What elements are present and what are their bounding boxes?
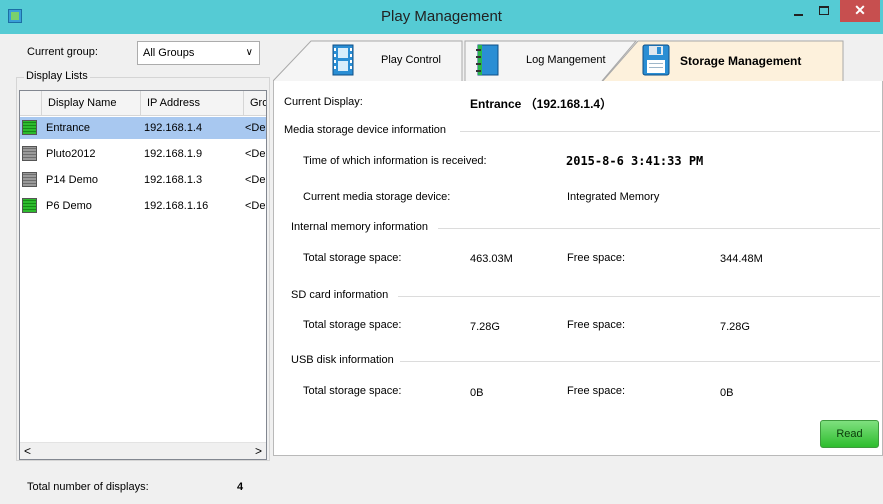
current-group-label: Current group:: [27, 46, 98, 58]
display-status-icon: [22, 198, 37, 213]
group-cell: <De: [245, 200, 266, 212]
usb-disk-section-title: USB disk information: [291, 354, 394, 366]
chevron-down-icon: ∨: [245, 47, 253, 58]
header-status: [20, 91, 42, 116]
notebook-icon: [476, 44, 499, 76]
scroll-left-icon[interactable]: <: [24, 444, 31, 458]
display-row-p6-demo[interactable]: P6 Demo 192.168.1.16 <De: [20, 195, 266, 217]
section-divider: [400, 361, 880, 362]
display-name-cell: Entrance: [46, 122, 91, 134]
time-received-label: Time of which information is received:: [303, 155, 487, 167]
internal-free-value: 344.48M: [720, 253, 763, 265]
internal-total-label: Total storage space:: [303, 252, 402, 264]
sd-card-section-title: SD card information: [291, 289, 389, 301]
display-name-cell: P6 Demo: [46, 200, 92, 212]
header-group[interactable]: Gro: [244, 91, 266, 116]
sd-free-label: Free space:: [567, 319, 626, 331]
total-displays-label: Total number of displays:: [27, 481, 149, 493]
display-row-entrance[interactable]: Entrance 192.168.1.4 <De: [20, 117, 266, 139]
header-ip-address[interactable]: IP Address: [141, 91, 244, 116]
display-name-cell: Pluto2012: [46, 148, 96, 160]
window-title: Play Management: [381, 8, 502, 25]
section-divider: [398, 296, 880, 297]
display-status-icon: [22, 172, 37, 187]
tab-play-control[interactable]: Play Control: [273, 40, 468, 82]
display-status-icon: [22, 146, 37, 161]
display-grid: Display Name IP Address Gro Entrance 192…: [19, 90, 267, 460]
group-select[interactable]: All Groups ∨: [137, 41, 260, 65]
ip-address-cell: 192.168.1.4: [144, 122, 203, 134]
internal-total-value: 463.03M: [470, 253, 513, 265]
display-status-icon: [22, 120, 37, 135]
sd-free-value: 7.28G: [720, 321, 750, 333]
title-bar: Play Management ✕: [0, 0, 883, 34]
internal-free-label: Free space:: [567, 252, 626, 264]
ip-address-cell: 192.168.1.9: [144, 148, 203, 160]
minimize-button[interactable]: [785, 0, 811, 22]
storage-management-panel: Current Display: Entrance （192.168.1.4） …: [273, 81, 883, 456]
film-icon: [332, 44, 354, 76]
grid-header: Display Name IP Address Gro: [20, 91, 266, 116]
sd-total-label: Total storage space:: [303, 319, 402, 331]
group-select-value: All Groups: [143, 47, 195, 59]
display-row-pluto2012[interactable]: Pluto2012 192.168.1.9 <De: [20, 143, 266, 165]
usb-free-value: 0B: [720, 387, 734, 399]
group-cell: <De: [245, 148, 266, 160]
ip-address-cell: 192.168.1.16: [144, 200, 209, 212]
current-display-label: Current Display:: [284, 96, 363, 108]
usb-total-label: Total storage space:: [303, 385, 402, 397]
group-cell: <De: [245, 174, 266, 186]
ip-address-cell: 192.168.1.3: [144, 174, 203, 186]
sd-total-value: 7.28G: [470, 321, 500, 333]
tab-label: Play Control: [381, 54, 441, 66]
close-icon: ✕: [854, 2, 866, 18]
close-button[interactable]: ✕: [840, 0, 880, 22]
tab-label: Storage Management: [680, 54, 802, 68]
media-storage-section-title: Media storage device information: [284, 124, 447, 136]
display-name-cell: P14 Demo: [46, 174, 98, 186]
display-row-p14-demo[interactable]: P14 Demo 192.168.1.3 <De: [20, 169, 266, 191]
horizontal-scrollbar[interactable]: < >: [20, 442, 266, 459]
section-divider: [460, 131, 880, 132]
maximize-icon: [819, 6, 829, 15]
scroll-right-icon[interactable]: >: [255, 444, 262, 458]
usb-total-value: 0B: [470, 387, 484, 399]
read-button[interactable]: Read: [820, 420, 879, 448]
media-device-value: Integrated Memory: [567, 191, 660, 203]
floppy-disk-icon: [642, 44, 670, 76]
media-device-label: Current media storage device:: [303, 191, 451, 203]
section-divider: [438, 228, 880, 229]
tab-label: Log Mangement: [526, 54, 606, 66]
maximize-button[interactable]: [811, 0, 837, 22]
header-display-name[interactable]: Display Name: [42, 91, 141, 116]
group-cell: <De: [245, 122, 266, 134]
total-displays-value: 4: [237, 481, 244, 493]
tab-storage-management[interactable]: Storage Management: [602, 40, 850, 82]
minimize-icon: [793, 14, 803, 16]
current-display-value: Entrance （192.168.1.4）: [470, 97, 613, 111]
display-lists-label: Display Lists: [24, 70, 90, 82]
usb-free-label: Free space:: [567, 385, 626, 397]
internal-memory-section-title: Internal memory information: [291, 221, 428, 233]
time-received-value: 2015-8-6 3:41:33 PM: [566, 154, 704, 168]
